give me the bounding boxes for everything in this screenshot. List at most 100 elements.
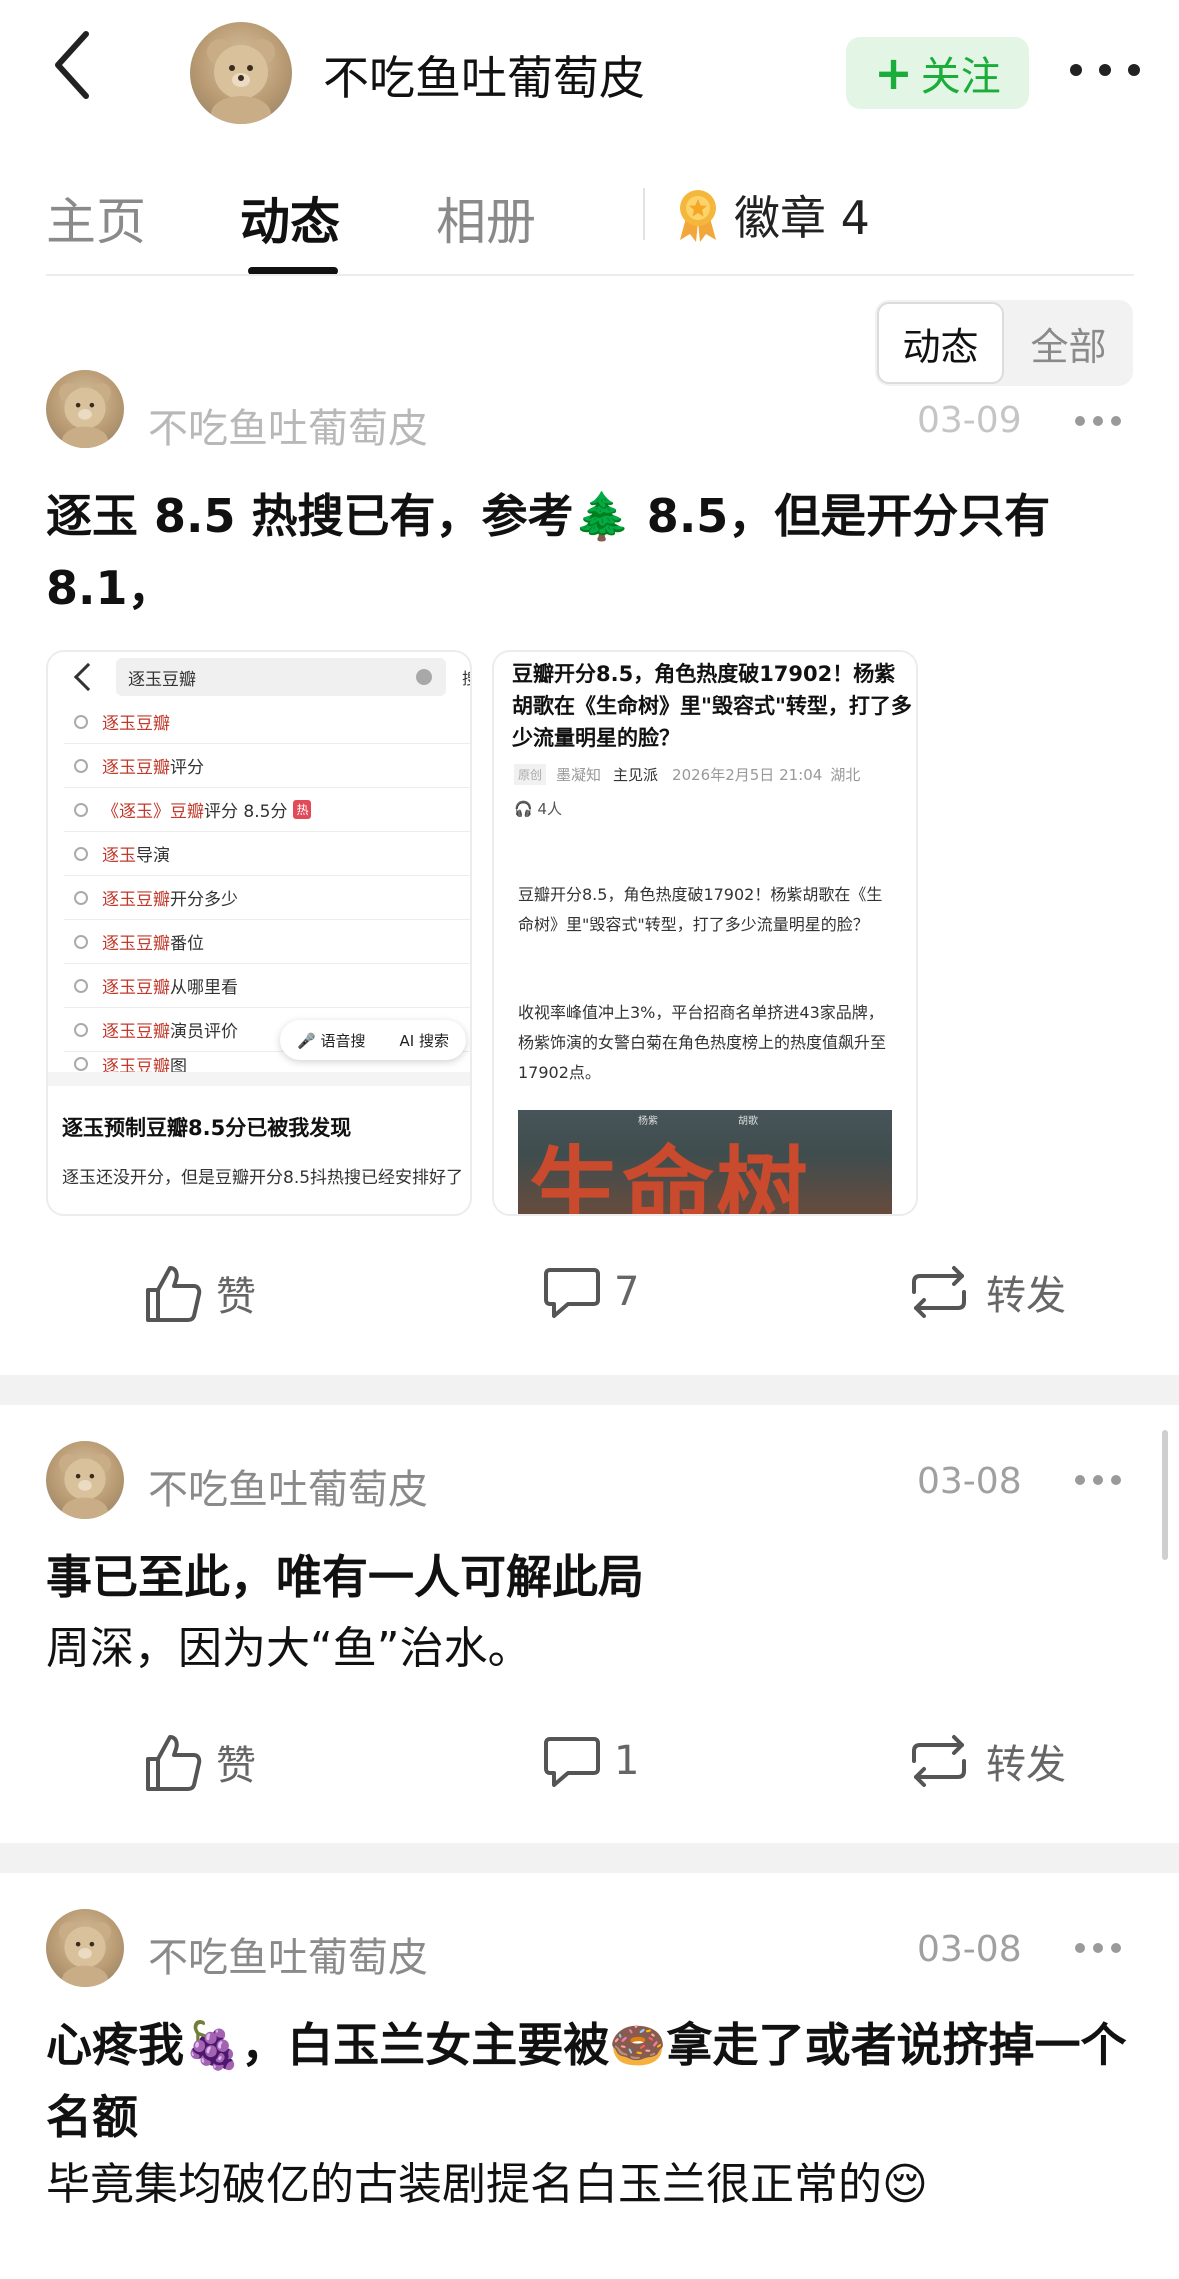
suggestion-highlight: 逐玉豆瓣 [102, 758, 170, 778]
post-author[interactable]: 不吃鱼吐葡萄皮 [148, 1457, 428, 1515]
post-author[interactable]: 不吃鱼吐葡萄皮 [148, 396, 428, 454]
more-dot-icon [1075, 1475, 1085, 1485]
screenshot-post-body: 逐玉还没开分，但是豆瓣开分8.5抖热搜已经安排好了 [62, 1168, 464, 1188]
fill-arrow-icon: ↖ [469, 977, 470, 996]
search-icon [74, 934, 88, 949]
filter-all-option[interactable]: 全部 [1006, 302, 1131, 384]
post-date: 03-08 [917, 1461, 1022, 1502]
article-listeners: 🎧 4人 [514, 800, 562, 818]
tab-album[interactable]: 相册 [436, 182, 536, 254]
search-suggestion: 逐玉豆瓣从哪里看 ↖ [64, 964, 470, 1008]
suggestion-highlight: 逐玉豆瓣 [102, 714, 170, 734]
profile-header: 不吃鱼吐葡萄皮 + 关注 [0, 0, 1179, 145]
fill-arrow-icon: ↖ [469, 933, 470, 952]
article-source: 主见派 [613, 766, 659, 784]
post-more-button[interactable] [1075, 414, 1121, 428]
post-avatar[interactable] [46, 370, 124, 448]
fill-arrow-icon: ↖ [469, 713, 470, 732]
more-dot-icon [1111, 416, 1121, 426]
back-button[interactable] [52, 30, 122, 112]
more-options-button[interactable] [1070, 50, 1140, 90]
voice-search-label: 🎤 语音搜 [297, 1031, 366, 1050]
search-icon [74, 978, 88, 993]
like-label: 赞 [216, 1274, 256, 1320]
post-more-button[interactable] [1075, 1473, 1121, 1487]
tab-badges[interactable]: 徽章 4 [676, 182, 870, 248]
follow-button[interactable]: + 关注 [846, 37, 1029, 109]
suggestion-rest: 番位 [170, 934, 204, 954]
article-datetime: 2026年2月5日 21:04 [672, 766, 823, 784]
post-avatar[interactable] [46, 1909, 124, 1987]
more-dot-icon [1093, 416, 1103, 426]
avatar[interactable] [190, 22, 292, 124]
suggestion-highlight: 逐玉豆瓣 [102, 978, 170, 998]
teddy-bear-avatar-icon [59, 1454, 111, 1519]
thumbs-up-icon [146, 1735, 202, 1791]
like-button[interactable]: 赞 [142, 1731, 256, 1793]
post-author[interactable]: 不吃鱼吐葡萄皮 [148, 1925, 428, 1983]
comment-count: 1 [614, 1738, 640, 1784]
like-button[interactable]: 赞 [142, 1262, 256, 1324]
search-icon [74, 846, 88, 861]
feed-post: 不吃鱼吐葡萄皮 03-08 心疼我🍇，白玉兰女主要被🍩拿走了或者说挤掉一个名额 … [0, 1873, 1179, 2279]
article-author: 墨凝知 [556, 766, 602, 784]
medal-icon [680, 190, 716, 242]
post-separator [0, 1375, 1179, 1405]
post-more-button[interactable] [1075, 1941, 1121, 1955]
fill-arrow-icon: ↖ [469, 757, 470, 776]
more-dot-icon [1128, 64, 1140, 76]
poster-title: 生命树 [528, 1137, 811, 1216]
search-input: 逐玉豆瓣 [116, 658, 446, 696]
suggestion-highlight: 逐玉 [102, 846, 136, 866]
comment-count: 7 [614, 1269, 640, 1315]
repost-icon [912, 1735, 966, 1787]
tab-home[interactable]: 主页 [46, 182, 146, 254]
tab-feed[interactable]: 动态 [240, 182, 340, 254]
article-paragraph: 豆瓣开分8.5，角色热度破17902！杨紫胡歌在《生命树》里"毁容式"转型，打了… [518, 885, 883, 934]
comment-button[interactable]: 1 [542, 1731, 639, 1791]
filter-feed-option[interactable]: 动态 [877, 302, 1004, 384]
fill-arrow-icon: ↖ [469, 889, 470, 908]
repost-button[interactable]: 转发 [904, 1262, 1066, 1322]
post-title: 逐玉 8.5 热搜已有，参考🌲 8.5，但是开分只有 8.1， [46, 489, 1051, 615]
repost-button[interactable]: 转发 [904, 1731, 1066, 1791]
post-avatar[interactable] [46, 1441, 124, 1519]
plus-icon: + [874, 46, 913, 100]
more-dot-icon [1111, 1943, 1121, 1953]
feed-post: 不吃鱼吐葡萄皮 03-09 逐玉 8.5 热搜已有，参考🌲 8.5，但是开分只有… [0, 370, 1179, 1386]
suggestion-rest: 开分多少 [170, 890, 238, 910]
post-date: 03-08 [917, 1929, 1022, 1970]
scrollbar-thumb[interactable] [1162, 1430, 1168, 1560]
more-dot-icon [1093, 1475, 1103, 1485]
suggestion-highlight: 逐玉豆瓣 [102, 1022, 170, 1042]
thumbs-up-icon [146, 1266, 202, 1322]
search-icon [74, 758, 88, 773]
repost-label: 转发 [986, 1742, 1066, 1788]
article-paragraph: 收视率峰值冲上3%，平台招商名单挤进43家品牌，杨紫饰演的女警白菊在角色热度榜上… [518, 1003, 887, 1082]
more-dot-icon [1075, 1943, 1085, 1953]
comment-button[interactable]: 7 [542, 1262, 639, 1322]
search-suggestion: 逐玉豆瓣 ↖ [64, 700, 470, 744]
search-query: 逐玉豆瓣 [128, 669, 196, 690]
post-body: 毕竟集均破亿的古装剧提名白玉兰很正常的😌 [46, 2159, 928, 2210]
post-actions: 赞 7 转发 [0, 1262, 1179, 1332]
badge-label: 徽章 4 [734, 191, 870, 245]
post-image-search-screenshot[interactable]: 逐玉豆瓣 搜索 逐玉豆瓣↖ 逐玉豆瓣评分↖ 《逐玉》豆瓣评分 8.5分热↖ 逐玉… [46, 650, 472, 1216]
post-actions: 赞 1 转发 [0, 1731, 1179, 1801]
search-suggestion: 《逐玉》豆瓣评分 8.5分热 ↖ [64, 788, 470, 832]
post-image-article-screenshot[interactable]: 豆瓣开分8.5，角色热度破17902！杨紫胡歌在《生命树》里"毁容式"转型，打了… [492, 650, 918, 1216]
post-title: 心疼我🍇，白玉兰女主要被🍩拿走了或者说挤掉一个名额 [46, 2018, 1127, 2144]
article-location: 湖北 [830, 766, 861, 784]
suggestion-highlight: 《逐玉》豆瓣 [102, 802, 204, 822]
search-icon [74, 1057, 88, 1071]
search-suggestion: 逐玉豆瓣番位 ↖ [64, 920, 470, 964]
post-separator [0, 1843, 1179, 1873]
teddy-bear-avatar-icon [59, 1922, 111, 1987]
suggestion-rest: 评分 [170, 758, 204, 778]
comment-bubble-icon [544, 1737, 600, 1787]
post-body: 周深，因为大“鱼”治水。 [46, 1623, 532, 1674]
teddy-bear-avatar-icon [207, 39, 275, 124]
search-icon [74, 802, 88, 817]
post-date: 03-09 [917, 400, 1022, 441]
tab-divider [643, 188, 645, 240]
